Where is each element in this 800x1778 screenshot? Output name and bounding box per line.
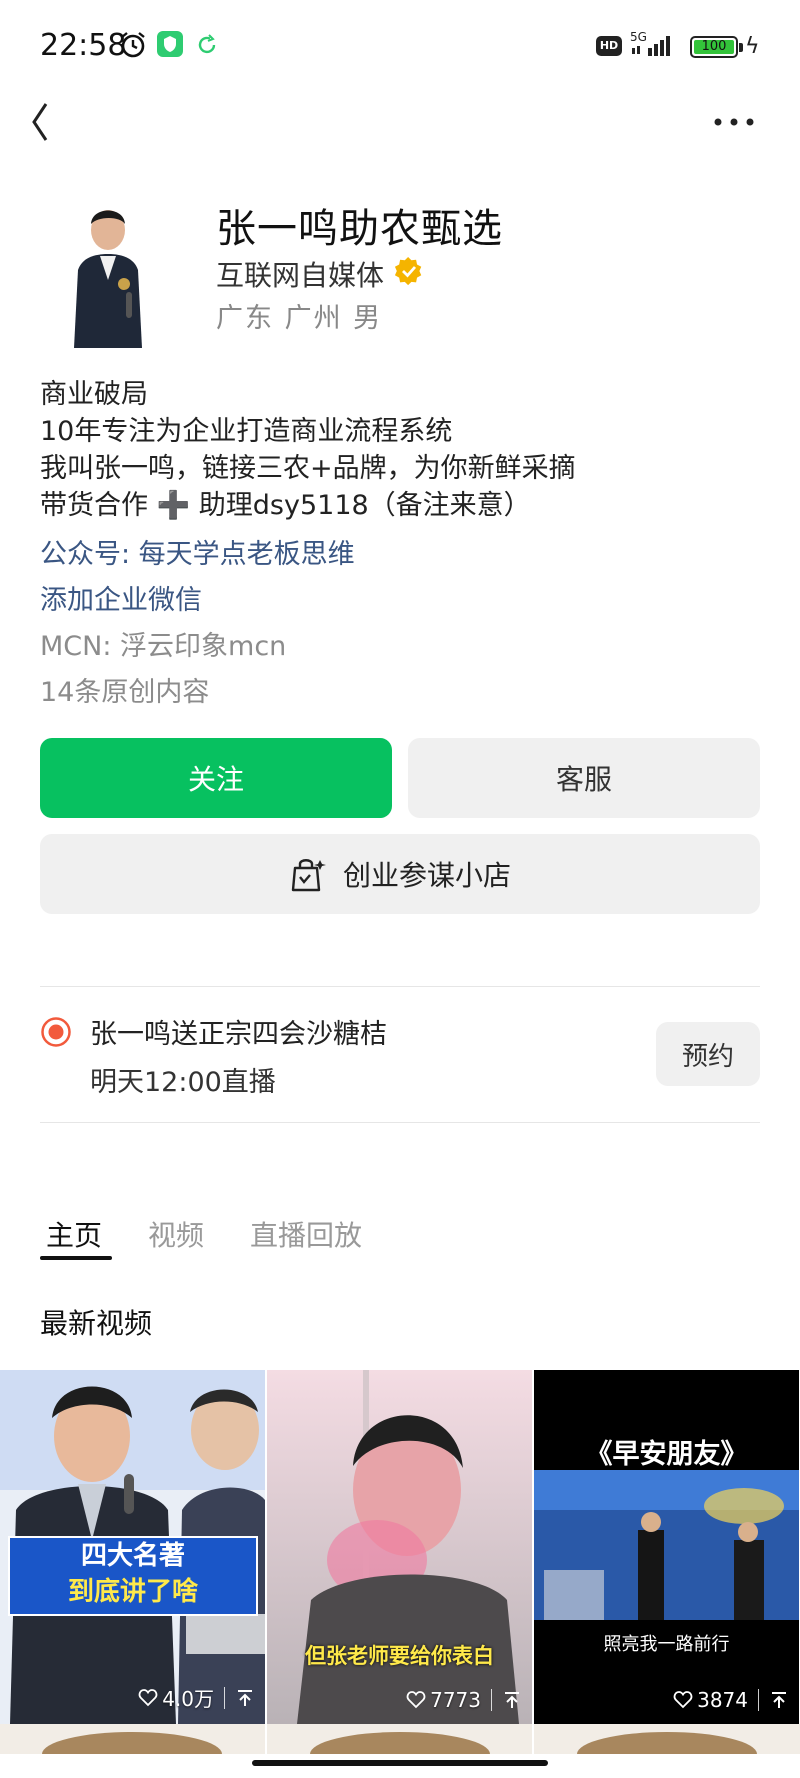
signal-icon [632,36,670,56]
live-title: 张一鸣送正宗四会沙糖桔 [90,1019,387,1050]
pin-icon [772,1692,786,1708]
video-card[interactable]: 四大名著 到底讲了啥 4.0万 [0,1370,265,1724]
video-stats: 4.0万 [138,1683,255,1712]
video-card[interactable]: 《早安朋友》 照亮我一路前行 3874 [534,1370,799,1724]
video-thumbnail [267,1370,532,1724]
video-thumbnail [534,1370,799,1724]
separator [224,1686,225,1709]
verified-icon [394,256,422,286]
tab-indicator [40,1256,112,1260]
official-account-link[interactable]: 公众号: 每天学点老板思维 [40,532,355,571]
sync-icon [198,34,216,54]
reserve-button[interactable]: 预约 [656,1022,760,1086]
profile-location: 广东 广州 男 [216,303,383,334]
like-count: 7773 [430,1688,481,1712]
battery-icon: 100 [690,36,738,58]
heart-icon [673,1691,693,1709]
bio-line: 商业破局 [40,379,148,410]
battery-cap [739,43,743,52]
tab-videos[interactable]: 视频 [148,1214,204,1254]
tab-home[interactable]: 主页 [46,1214,102,1254]
video-title: 《早安朋友》 [585,1439,748,1470]
more-icon[interactable] [712,110,756,134]
nav-bar [0,92,800,172]
status-bar: 22:58 HD 5G 100 ϟ [0,0,800,92]
bio: 商业破局 10年专注为企业打造商业流程系统 我叫张一鸣，链接三农+品牌，为你新鲜… [40,376,576,524]
shop-button-label: 创业参谋小店 [342,859,511,892]
caption-line-2: 到底讲了啥 [67,1577,198,1607]
shop-bag-icon [291,859,326,892]
pin-icon [238,1689,252,1706]
charging-icon: ϟ [745,34,760,59]
like-count: 3874 [697,1688,748,1712]
profile-category: 互联网自媒体 [216,259,385,292]
tab-live-replay[interactable]: 直播回放 [250,1214,362,1254]
video-stats: 3874 [673,1688,789,1712]
separator [758,1689,759,1711]
video-subtitle: 照亮我一路前行 [603,1634,730,1655]
follow-button[interactable]: 关注 [40,738,392,818]
video-stats: 7773 [406,1688,522,1712]
live-icon [41,1017,71,1047]
caption-line-1: 四大名著 [80,1541,185,1571]
next-row-preview [0,1724,800,1754]
heart-icon [138,1688,158,1706]
alarm-icon [121,32,145,58]
shop-button[interactable]: 创业参谋小店 [40,834,760,914]
security-app-icon [157,31,183,57]
video-grid: 四大名著 到底讲了啥 4.0万 但张老师要给你表白 7773 《早安朋友》 照亮… [0,1370,800,1724]
video-caption: 四大名著 到底讲了啥 [8,1536,258,1616]
add-wecom-link[interactable]: 添加企业微信 [40,578,202,617]
video-card[interactable]: 但张老师要给你表白 7773 [267,1370,532,1724]
hd-badge: HD [596,36,622,56]
like-count: 4.0万 [162,1687,214,1711]
bio-line: 10年专注为企业打造商业流程系统 [40,416,453,447]
separator [491,1689,492,1711]
battery-level: 100 [694,40,734,54]
heart-icon [406,1691,426,1709]
home-indicator[interactable] [252,1760,548,1766]
mcn-label: MCN: 浮云印象mcn [40,631,287,662]
original-count[interactable]: 14条原创内容 [40,670,209,709]
bio-line: 我叫张一鸣，链接三农+品牌，为你新鲜采摘 [40,453,576,484]
divider [40,1122,760,1123]
back-icon[interactable] [28,100,68,144]
status-time: 22:58 [40,28,127,63]
section-title: 最新视频 [40,1307,153,1340]
service-button[interactable]: 客服 [408,738,760,818]
divider [40,986,760,987]
video-caption: 但张老师要给你表白 [305,1644,494,1668]
profile-name: 张一鸣助农甄选 [216,206,503,252]
bio-line: 带货合作 ➕ 助理dsy5118（备注来意） [40,490,531,521]
pin-icon [505,1692,519,1708]
avatar[interactable] [64,200,152,348]
live-time: 明天12:00直播 [90,1067,276,1098]
